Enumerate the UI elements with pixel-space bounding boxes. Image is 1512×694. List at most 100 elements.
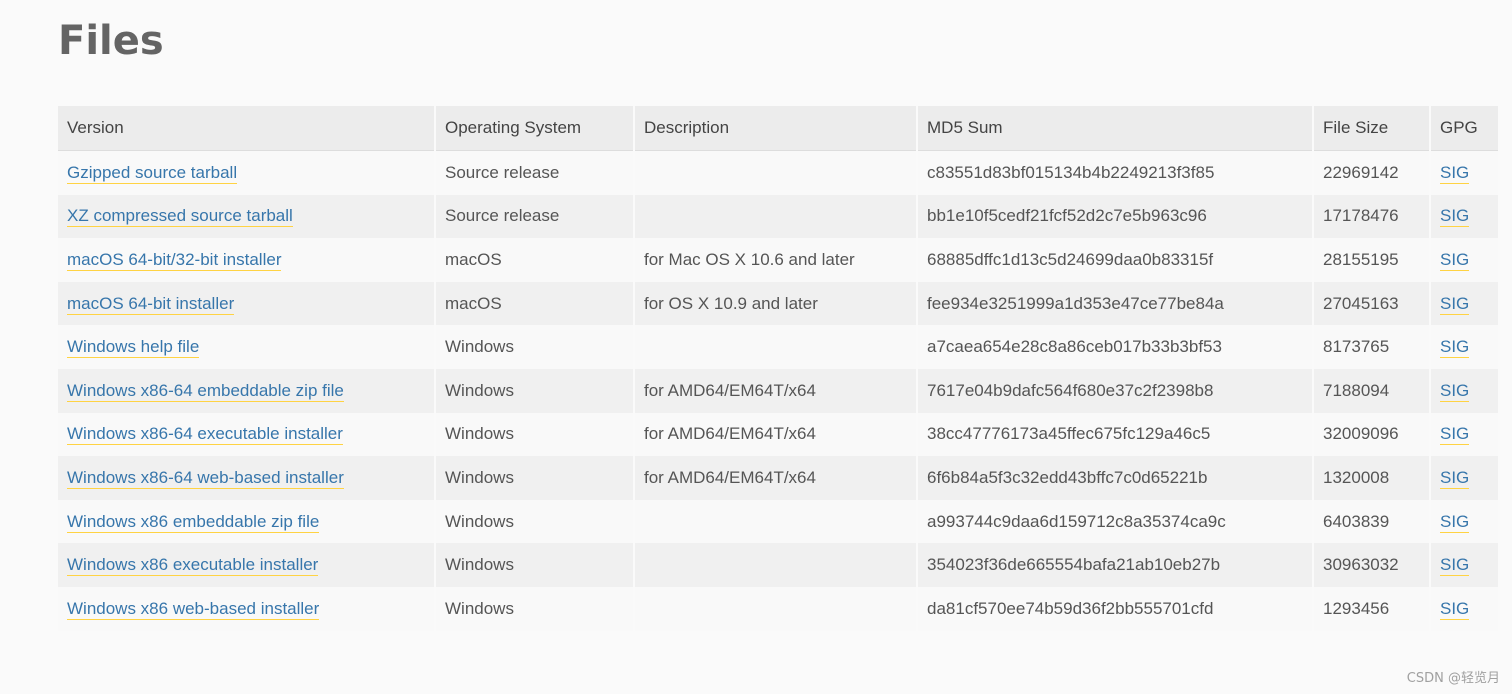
download-link[interactable]: Windows help file: [67, 337, 200, 359]
cell-version: Windows x86-64 embeddable zip file: [58, 368, 435, 413]
cell-description: [633, 499, 917, 544]
download-link[interactable]: Windows x86-64 executable installer: [67, 424, 343, 446]
cell-md5-sum: 68885dffc1d13c5d24699daa0b83315f: [916, 238, 1313, 282]
cell-file-size: 27045163: [1312, 281, 1430, 326]
gpg-signature-link[interactable]: SIG: [1440, 293, 1470, 315]
cell-gpg: SIG: [1429, 238, 1498, 282]
cell-md5-sum: da81cf570ee74b59d36f2bb555701cfd: [916, 586, 1313, 631]
cell-gpg: SIG: [1429, 543, 1498, 587]
cell-gpg: SIG: [1429, 194, 1498, 239]
cell-version: Windows x86 embeddable zip file: [58, 499, 435, 544]
cell-gpg: SIG: [1429, 325, 1498, 369]
cell-description: [633, 325, 917, 369]
download-link[interactable]: macOS 64-bit installer: [67, 293, 235, 315]
cell-version: macOS 64-bit/32-bit installer: [58, 238, 435, 282]
cell-md5-sum: 38cc47776173a45ffec675fc129a46c5: [916, 412, 1313, 457]
cell-file-size: 28155195: [1312, 238, 1430, 282]
download-link[interactable]: Windows x86 executable installer: [67, 555, 319, 577]
cell-description: [633, 150, 917, 195]
cell-file-size: 1320008: [1312, 456, 1430, 500]
cell-version: Windows help file: [58, 325, 435, 369]
cell-md5-sum: c83551d83bf015134b4b2249213f3f85: [916, 150, 1313, 195]
download-link[interactable]: Gzipped source tarball: [67, 162, 238, 184]
table-row: Gzipped source tarball Source release c835…: [58, 150, 1498, 195]
cell-operating-system: Windows: [434, 325, 634, 369]
download-link[interactable]: Windows x86 web-based installer: [67, 598, 320, 620]
cell-gpg: SIG: [1429, 150, 1498, 195]
cell-description: for AMD64/EM64T/x64: [633, 456, 917, 500]
files-table: Version Operating System Description MD5…: [58, 106, 1498, 631]
cell-version: XZ compressed source tarball: [58, 194, 435, 239]
download-link[interactable]: Windows x86 embeddable zip file: [67, 511, 320, 533]
cell-operating-system: Windows: [434, 543, 634, 587]
cell-description: [633, 586, 917, 631]
cell-version: Gzipped source tarball: [58, 150, 435, 195]
column-header-gpg: GPG: [1429, 106, 1498, 151]
table-header-row: Version Operating System Description MD5…: [58, 106, 1498, 151]
cell-version: Windows x86 executable installer: [58, 543, 435, 587]
cell-md5-sum: 7617e04b9dafc564f680e37c2f2398b8: [916, 368, 1313, 413]
cell-md5-sum: a993744c9daa6d159712c8a35374ca9c: [916, 499, 1313, 544]
cell-md5-sum: 354023f36de665554bafa21ab10eb27b: [916, 543, 1313, 587]
cell-operating-system: Windows: [434, 586, 634, 631]
cell-operating-system: Source release: [434, 194, 634, 239]
cell-operating-system: macOS: [434, 238, 634, 282]
cell-file-size: 22969142: [1312, 150, 1430, 195]
cell-description: [633, 543, 917, 587]
cell-gpg: SIG: [1429, 281, 1498, 326]
cell-description: for AMD64/EM64T/x64: [633, 368, 917, 413]
cell-file-size: 6403839: [1312, 499, 1430, 544]
cell-gpg: SIG: [1429, 586, 1498, 631]
gpg-signature-link[interactable]: SIG: [1440, 467, 1470, 489]
column-header-operating-system: Operating System: [434, 106, 634, 151]
cell-file-size: 7188094: [1312, 368, 1430, 413]
cell-description: for AMD64/EM64T/x64: [633, 412, 917, 457]
cell-gpg: SIG: [1429, 499, 1498, 544]
download-link[interactable]: Windows x86-64 embeddable zip file: [67, 380, 344, 402]
cell-operating-system: Windows: [434, 368, 634, 413]
table-row: macOS 64-bit/32-bit installer macOS for Ma…: [58, 238, 1498, 282]
cell-operating-system: Windows: [434, 499, 634, 544]
table-row: Windows x86 embeddable zip file Windows a9…: [58, 499, 1498, 544]
cell-file-size: 32009096: [1312, 412, 1430, 457]
download-link[interactable]: Windows x86-64 web-based installer: [67, 467, 344, 489]
table-row: Windows x86 executable installer Windows 3…: [58, 543, 1498, 587]
gpg-signature-link[interactable]: SIG: [1440, 555, 1470, 577]
cell-version: macOS 64-bit installer: [58, 281, 435, 326]
cell-description: for Mac OS X 10.6 and later: [633, 238, 917, 282]
gpg-signature-link[interactable]: SIG: [1440, 206, 1470, 228]
cell-md5-sum: bb1e10f5cedf21fcf52d2c7e5b963c96: [916, 194, 1313, 239]
cell-operating-system: Windows: [434, 412, 634, 457]
files-table-body: Gzipped source tarball Source release c835…: [58, 150, 1498, 631]
gpg-signature-link[interactable]: SIG: [1440, 598, 1470, 620]
cell-md5-sum: a7caea654e28c8a86ceb017b33b3bf53: [916, 325, 1313, 369]
gpg-signature-link[interactable]: SIG: [1440, 337, 1470, 359]
cell-operating-system: Source release: [434, 150, 634, 195]
column-header-description: Description: [633, 106, 917, 151]
page: Files Version Operating System Descripti…: [0, 0, 1512, 694]
download-link[interactable]: XZ compressed source tarball: [67, 206, 293, 228]
gpg-signature-link[interactable]: SIG: [1440, 424, 1470, 446]
table-row: Windows help file Windows a7caea654e28c8a8…: [58, 325, 1498, 369]
cell-version: Windows x86 web-based installer: [58, 586, 435, 631]
watermark: CSDN @轻览月: [1406, 671, 1500, 686]
table-row: Windows x86-64 web-based installer Window…: [58, 456, 1498, 500]
cell-operating-system: macOS: [434, 281, 634, 326]
cell-version: Windows x86-64 executable installer: [58, 412, 435, 457]
gpg-signature-link[interactable]: SIG: [1440, 511, 1470, 533]
download-link[interactable]: macOS 64-bit/32-bit installer: [67, 249, 282, 271]
table-row: Windows x86 web-based installer Windows da…: [58, 586, 1498, 631]
table-row: XZ compressed source tarball Source relea…: [58, 194, 1498, 239]
cell-file-size: 17178476: [1312, 194, 1430, 239]
gpg-signature-link[interactable]: SIG: [1440, 162, 1470, 184]
cell-description: [633, 194, 917, 239]
column-header-md5-sum: MD5 Sum: [916, 106, 1313, 151]
gpg-signature-link[interactable]: SIG: [1440, 380, 1470, 402]
column-header-version: Version: [58, 106, 435, 151]
column-header-file-size: File Size: [1312, 106, 1430, 151]
cell-md5-sum: 6f6b84a5f3c32edd43bffc7c0d65221b: [916, 456, 1313, 500]
gpg-signature-link[interactable]: SIG: [1440, 249, 1470, 271]
cell-file-size: 8173765: [1312, 325, 1430, 369]
cell-file-size: 30963032: [1312, 543, 1430, 587]
cell-gpg: SIG: [1429, 368, 1498, 413]
